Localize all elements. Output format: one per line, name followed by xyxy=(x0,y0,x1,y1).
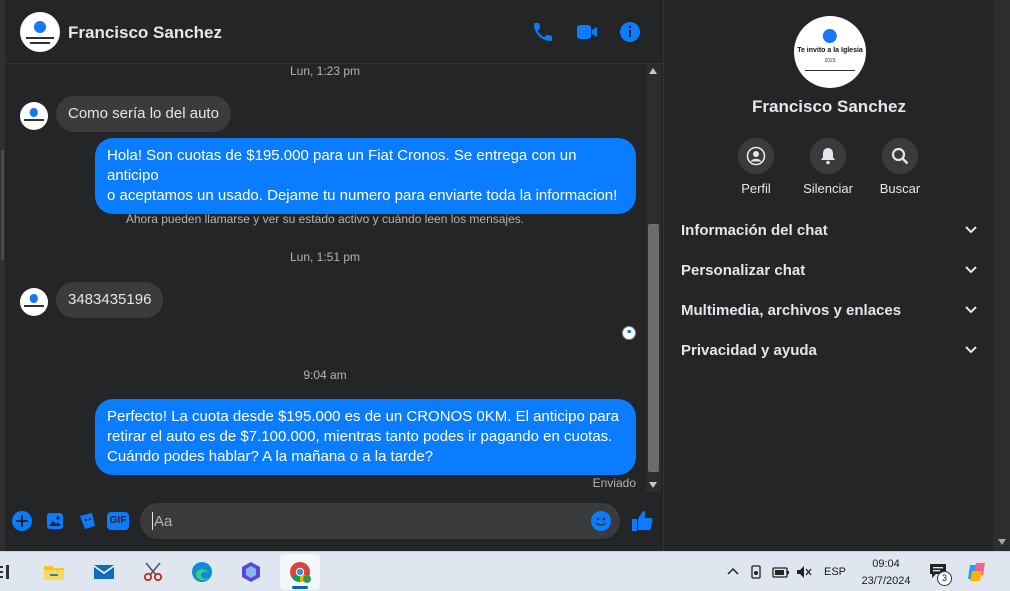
info-icon[interactable] xyxy=(618,20,642,44)
message-line: retirar el auto es de $7.100.000, mientr… xyxy=(107,428,613,445)
chrome-icon xyxy=(290,562,311,583)
section-chat-info[interactable]: Información del chat xyxy=(681,218,981,246)
scroll-down-icon[interactable] xyxy=(649,482,657,488)
task-view-icon[interactable] xyxy=(0,564,12,580)
chat-scroll-thumb[interactable] xyxy=(648,224,659,472)
page-scrollbar[interactable] xyxy=(993,0,1010,551)
video-call-icon[interactable] xyxy=(575,20,599,44)
message-list[interactable]: Lun, 1:23 pm Como sería lo del auto Hola… xyxy=(5,64,645,494)
emoji-icon[interactable] xyxy=(590,510,612,532)
gif-icon[interactable]: GIF xyxy=(107,512,129,530)
input-language[interactable]: ESP xyxy=(824,566,846,578)
mute-label: Silenciar xyxy=(803,181,853,196)
copilot-pre-icon[interactable] xyxy=(966,561,988,583)
clock-time: 09:04 xyxy=(872,558,900,570)
message-placeholder: Aa xyxy=(154,513,173,530)
avatar-year: 2023 xyxy=(824,58,836,64)
message-line: Hola! Son cuotas de $195.000 para un Fia… xyxy=(107,147,577,184)
left-scroll-thumb[interactable] xyxy=(1,150,4,260)
meet-now-icon[interactable] xyxy=(750,564,764,580)
contact-avatar[interactable] xyxy=(20,12,60,52)
profile-name: Francisco Sanchez xyxy=(751,97,906,116)
search-label: Buscar xyxy=(879,181,921,196)
chat-info-panel: Te invito a la Iglesia 2023 Francisco Sa… xyxy=(663,0,993,551)
profile-button[interactable]: Perfil xyxy=(721,138,791,196)
snipping-tool-icon xyxy=(143,562,163,582)
phone-icon[interactable] xyxy=(531,20,555,44)
sent-status: Enviado xyxy=(592,476,636,490)
edge-icon xyxy=(192,562,212,582)
copilot-icon xyxy=(242,562,260,582)
chevron-up-icon[interactable] xyxy=(726,564,740,578)
notification-count: 3 xyxy=(937,571,952,586)
composer: GIF Aa xyxy=(5,494,663,551)
avatar-caption: Te invito a la Iglesia xyxy=(797,47,863,54)
outgoing-message[interactable]: Perfecto! La cuota desde $195.000 es de … xyxy=(95,399,636,475)
plus-circle-icon[interactable] xyxy=(11,510,33,532)
sticker-icon[interactable] xyxy=(76,510,98,532)
section-media-files-links[interactable]: Multimedia, archivos y enlaces xyxy=(681,298,981,326)
sender-avatar[interactable] xyxy=(20,102,48,130)
thumbs-up-icon[interactable] xyxy=(630,509,654,533)
file-explorer-app[interactable] xyxy=(34,554,74,590)
copilot-app[interactable] xyxy=(231,554,271,590)
text-caret xyxy=(152,512,153,530)
bell-icon xyxy=(821,148,835,165)
edge-app[interactable] xyxy=(182,554,222,590)
section-label: Privacidad y ayuda xyxy=(681,342,817,359)
chat-header: Francisco Sanchez xyxy=(5,0,663,64)
mute-button[interactable]: Silenciar xyxy=(793,138,863,196)
scroll-up-icon[interactable] xyxy=(649,68,657,74)
chat-panel: Francisco Sanchez Lun, 1:23 pm Como serí… xyxy=(5,0,663,551)
snipping-tool-app[interactable] xyxy=(133,554,173,590)
read-receipt-avatar xyxy=(622,326,636,340)
section-label: Multimedia, archivos y enlaces xyxy=(681,302,902,319)
message-line: Perfecto! La cuota desde $195.000 es de … xyxy=(107,408,619,425)
section-customize-chat[interactable]: Personalizar chat xyxy=(681,258,981,286)
scroll-down-icon[interactable] xyxy=(998,539,1006,545)
speaker-muted-icon[interactable] xyxy=(796,564,812,580)
contact-name[interactable]: Francisco Sanchez xyxy=(68,23,222,43)
search-button[interactable]: Buscar xyxy=(865,138,935,196)
system-clock[interactable]: 09:04 23/7/2024 xyxy=(856,556,916,590)
file-explorer-icon xyxy=(44,566,64,580)
message-input[interactable]: Aa xyxy=(140,503,620,539)
chevron-down-icon xyxy=(965,306,977,314)
timestamp: Lun, 1:23 pm xyxy=(289,64,361,78)
message-line: Cuándo podes hablar? A la mañana o a la … xyxy=(107,448,434,465)
chevron-down-icon xyxy=(965,346,977,354)
mail-icon xyxy=(93,565,115,579)
incoming-message[interactable]: 3483435196 xyxy=(56,282,164,318)
timestamp: Lun, 1:51 pm xyxy=(289,250,361,264)
outgoing-message[interactable]: Hola! Son cuotas de $195.000 para un Fia… xyxy=(95,138,636,214)
chat-scrollbar[interactable] xyxy=(646,64,661,492)
chevron-down-icon xyxy=(965,226,977,234)
chrome-app[interactable] xyxy=(280,554,320,590)
system-notice: Ahora pueden llamarse y ver su estado ac… xyxy=(125,212,525,226)
taskbar: ESP 09:04 23/7/2024 3 xyxy=(0,551,1010,591)
message-line: o aceptamos un usado. Dejame tu numero p… xyxy=(107,187,618,204)
messenger-window: Francisco Sanchez Lun, 1:23 pm Como serí… xyxy=(0,0,1010,551)
sender-avatar[interactable] xyxy=(20,288,48,316)
incoming-message[interactable]: Como sería lo del auto xyxy=(56,96,231,132)
profile-label: Perfil xyxy=(741,181,771,196)
battery-icon[interactable] xyxy=(772,564,790,580)
image-icon[interactable] xyxy=(44,510,66,532)
section-label: Personalizar chat xyxy=(681,262,806,279)
profile-avatar[interactable]: Te invito a la Iglesia 2023 xyxy=(794,16,866,88)
section-privacy-help[interactable]: Privacidad y ayuda xyxy=(681,338,981,366)
profile-icon xyxy=(746,146,766,166)
section-label: Información del chat xyxy=(681,222,828,239)
search-icon xyxy=(891,147,909,165)
clock-date: 23/7/2024 xyxy=(861,575,911,587)
chevron-down-icon xyxy=(965,266,977,274)
timestamp: 9:04 am xyxy=(303,368,347,382)
mail-app[interactable] xyxy=(84,554,124,590)
